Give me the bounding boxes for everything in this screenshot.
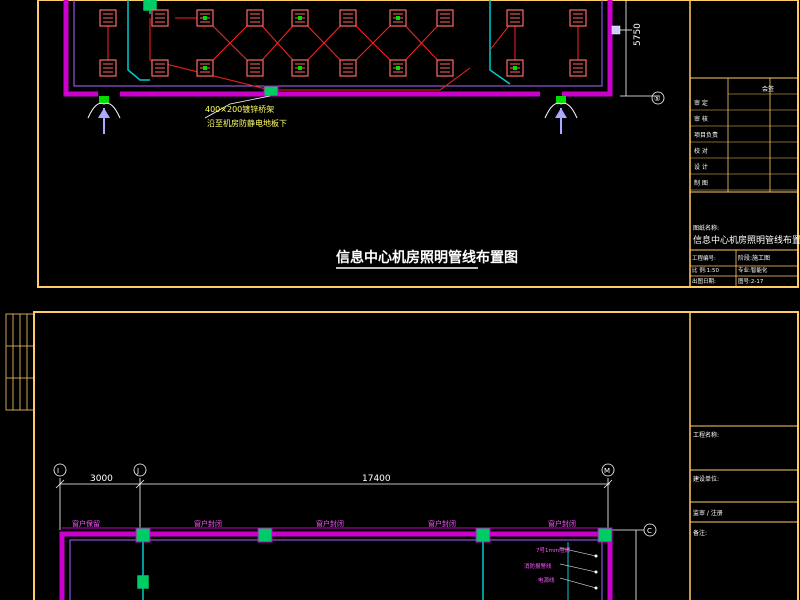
legend-item-1: 7号1mm阻燃 xyxy=(536,546,571,554)
remark-label: 备注: xyxy=(693,529,707,537)
top-room-walls xyxy=(63,0,613,98)
top-sheet: 400×200镀锌桥架 沿至机房防静电地板下 5750 ⑤ 信息中心机房照明管线… xyxy=(37,0,800,288)
cable-tray-note-1: 400×200镀锌桥架 xyxy=(205,104,274,114)
dimension-5750: 5750 xyxy=(633,23,643,46)
window-label-2: 窗户封闭 xyxy=(194,519,222,528)
title-block-row-label: 项目负责 xyxy=(694,131,718,139)
owner-label: 建设单位: xyxy=(693,475,719,483)
emergency-marker xyxy=(203,66,207,70)
bottom-legend: 7号1mm阻燃 消防报警线 电源线 xyxy=(524,542,598,600)
axis-label-m: M xyxy=(604,467,610,475)
emergency-marker xyxy=(298,16,302,20)
title-block-row-label: 审 定 xyxy=(694,99,708,107)
emergency-marker xyxy=(298,66,302,70)
legend-item-3: 电源线 xyxy=(538,576,555,584)
dimension-3000: 3000 xyxy=(90,474,113,484)
emergency-marker xyxy=(396,16,400,20)
axis-label-j: J xyxy=(136,467,139,475)
cable-tray-note-2: 沿至机房防静电地板下 xyxy=(207,118,287,128)
title-block-row-label: 校 对 xyxy=(694,147,708,155)
axis-label-i: I xyxy=(57,467,59,475)
top-title-block-content: 审 定审 核项目负责校 对设 计制 图 会签 图纸名称: 信息中心机房照明管线布… xyxy=(690,77,800,287)
cad-drawing-canvas: 400×200镀锌桥架 沿至机房防静电地板下 5750 ⑤ 信息中心机房照明管线… xyxy=(5,0,800,600)
emergency-marker xyxy=(203,16,207,20)
issue-date-label: 出图日期: xyxy=(692,277,716,285)
window-label-3: 窗户封闭 xyxy=(316,519,344,528)
countersign-header: 会签 xyxy=(762,85,774,93)
bottom-title-block xyxy=(689,311,799,600)
emergency-marker xyxy=(396,66,400,70)
scale-value: 比 例:1:50 xyxy=(692,266,719,274)
top-right-door xyxy=(544,96,578,134)
title-block-row-label: 审 核 xyxy=(694,115,708,123)
top-vertical-dimension: 5750 ⑤ xyxy=(611,0,665,105)
axis-bubble-label: ⑤ xyxy=(654,95,660,103)
bottom-partitions xyxy=(137,542,484,600)
top-left-door xyxy=(87,96,121,134)
window-label-5: 窗户封闭 xyxy=(548,519,576,528)
drawing-name-label: 图纸名称: xyxy=(693,224,719,232)
bottom-sheet: 工程名称: 建设单位: 监审 / 注册 备注: 3000 17400 I J M xyxy=(5,311,799,600)
title-block-row-label: 制 图 xyxy=(694,179,708,187)
bottom-margin-strip xyxy=(5,313,35,411)
window-label-1: 窗户保留 xyxy=(72,519,100,528)
bottom-sheet-frame xyxy=(33,311,799,600)
project-name-label: 工程名称: xyxy=(693,431,719,439)
project-number-label: 工程编号: xyxy=(692,254,716,262)
dimension-17400: 17400 xyxy=(362,474,391,484)
axis-label-c: C xyxy=(647,527,652,535)
title-block-row-label: 设 计 xyxy=(694,163,708,171)
legend-item-2: 消防报警线 xyxy=(524,562,552,570)
phase-value: 阶段:施工图 xyxy=(738,254,770,262)
cable-tray-junction xyxy=(263,85,279,97)
emergency-marker xyxy=(513,66,517,70)
window-label-4: 窗户封闭 xyxy=(428,519,456,528)
top-sheet-frame xyxy=(37,0,799,288)
discipline-value: 专业:智能化 xyxy=(738,266,768,274)
bottom-title-block-rows xyxy=(690,425,798,523)
top-wiring xyxy=(107,17,579,91)
sign-label: 监审 / 注册 xyxy=(693,509,723,517)
top-drawing-title: 信息中心机房照明管线布置图 xyxy=(336,249,518,266)
sheet-number-value: 图号:2-17 xyxy=(738,277,764,285)
drawing-name-value: 信息中心机房照明管线布置图 xyxy=(693,234,800,246)
